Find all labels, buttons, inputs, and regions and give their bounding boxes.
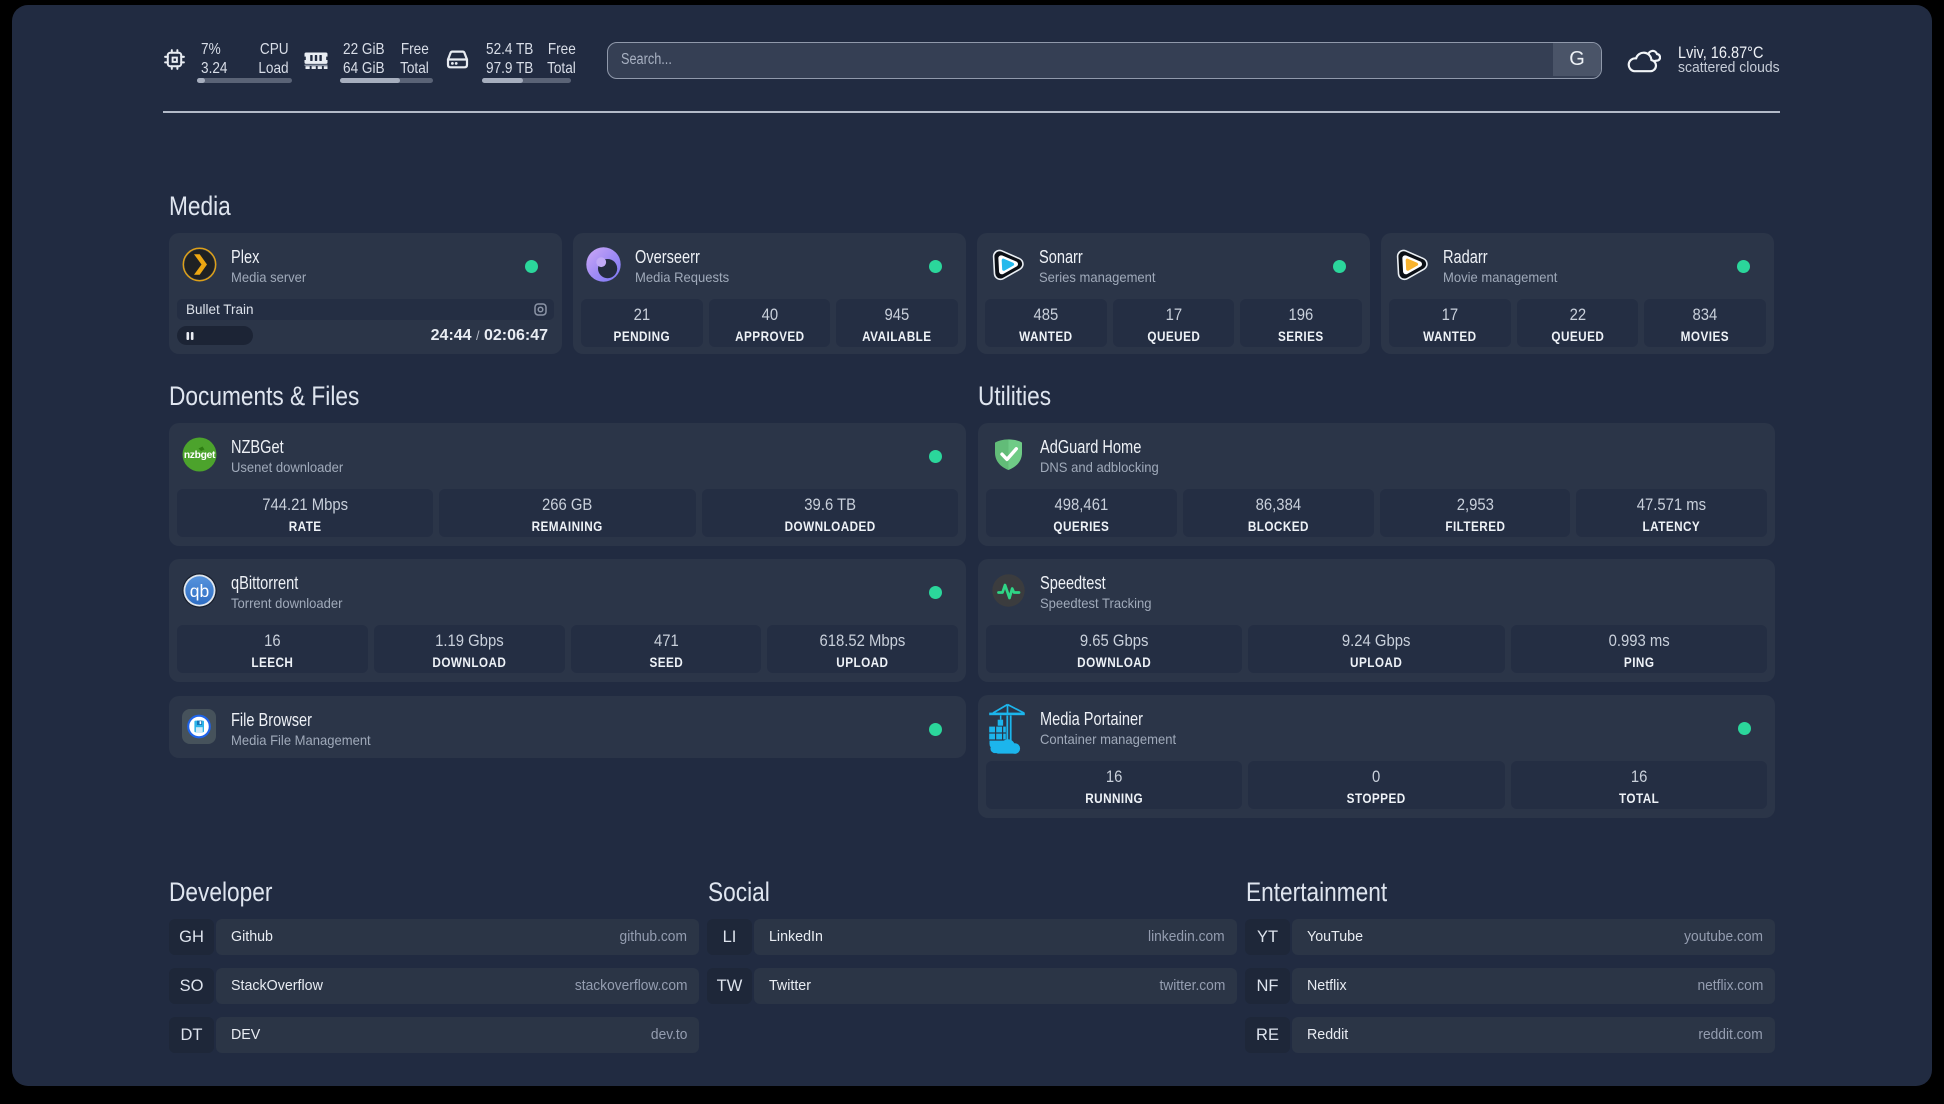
svg-text:qb: qb bbox=[190, 581, 210, 601]
svg-text:nzbget: nzbget bbox=[184, 450, 216, 461]
